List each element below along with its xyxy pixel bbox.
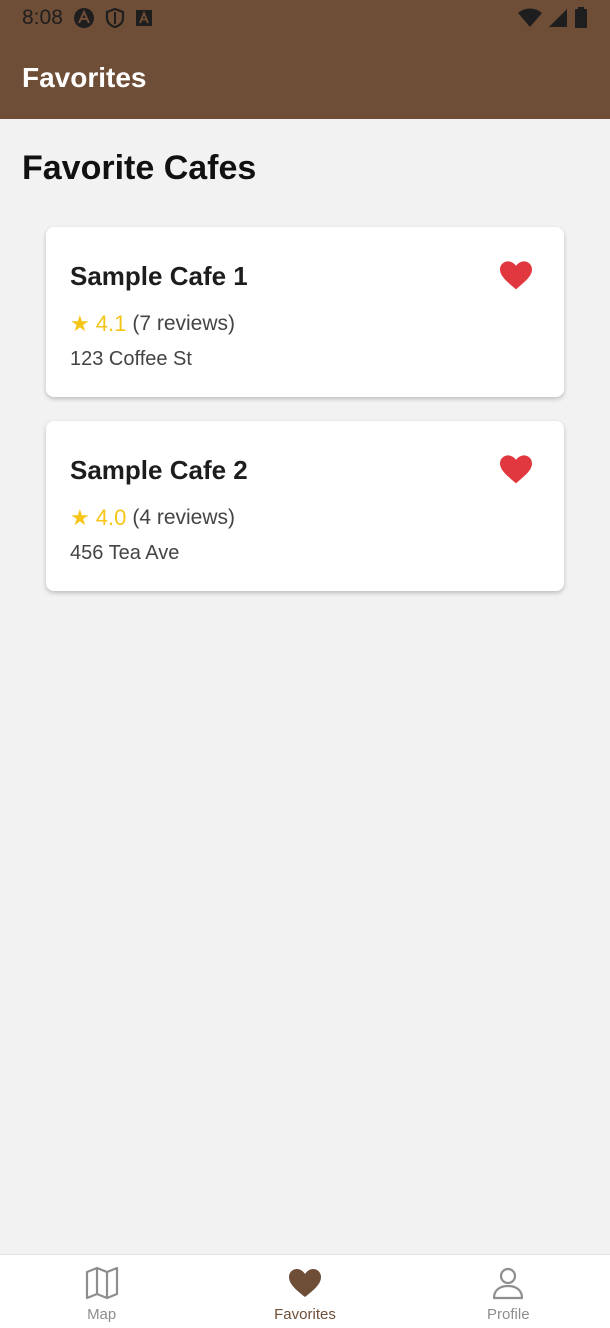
heart-icon	[288, 1269, 321, 1297]
heart-icon[interactable]	[500, 261, 532, 291]
nav-item-map[interactable]: Map	[0, 1255, 203, 1328]
nav-label: Favorites	[274, 1306, 336, 1323]
signal-icon	[548, 8, 568, 28]
review-count: (7 reviews)	[132, 312, 236, 335]
star-icon: ★	[70, 311, 90, 336]
cafe-rating: ★ 4.1 (7 reviews)	[70, 311, 235, 337]
nav-label: Map	[87, 1306, 117, 1323]
review-count: (4 reviews)	[132, 506, 236, 529]
bottom-nav: Map Favorites Profile	[0, 1254, 610, 1328]
app-bar-title: Favorites	[22, 61, 147, 93]
status-time: 8:08	[22, 6, 63, 29]
rating-value: 4.1	[95, 311, 127, 336]
app-a-icon	[73, 7, 95, 29]
cafe-card[interactable]: Sample Cafe 2 ★ 4.0 (4 reviews) 456 Tea …	[46, 421, 564, 591]
cafe-name: Sample Cafe 2	[70, 455, 248, 485]
cafe-name: Sample Cafe 1	[70, 261, 248, 291]
person-icon	[493, 1267, 524, 1300]
status-bar: 8:08	[0, 0, 610, 36]
map-icon	[85, 1266, 118, 1300]
cafe-address: 456 Tea Ave	[70, 542, 180, 564]
wifi-icon	[518, 8, 542, 28]
cafe-address: 123 Coffee St	[70, 348, 192, 370]
shield-icon	[105, 7, 125, 29]
font-a-icon	[135, 9, 153, 27]
app-bar: Favorites	[0, 36, 610, 119]
page-title: Favorite Cafes	[22, 149, 257, 187]
cafe-card[interactable]: Sample Cafe 1 ★ 4.1 (7 reviews) 123 Coff…	[46, 227, 564, 397]
battery-icon	[574, 7, 588, 29]
heart-icon[interactable]	[500, 455, 532, 485]
nav-item-favorites[interactable]: Favorites	[203, 1255, 406, 1328]
rating-value: 4.0	[95, 505, 127, 530]
cafe-rating: ★ 4.0 (4 reviews)	[70, 505, 235, 531]
nav-label: Profile	[487, 1306, 530, 1323]
nav-item-profile[interactable]: Profile	[407, 1255, 610, 1328]
star-icon: ★	[70, 505, 90, 530]
